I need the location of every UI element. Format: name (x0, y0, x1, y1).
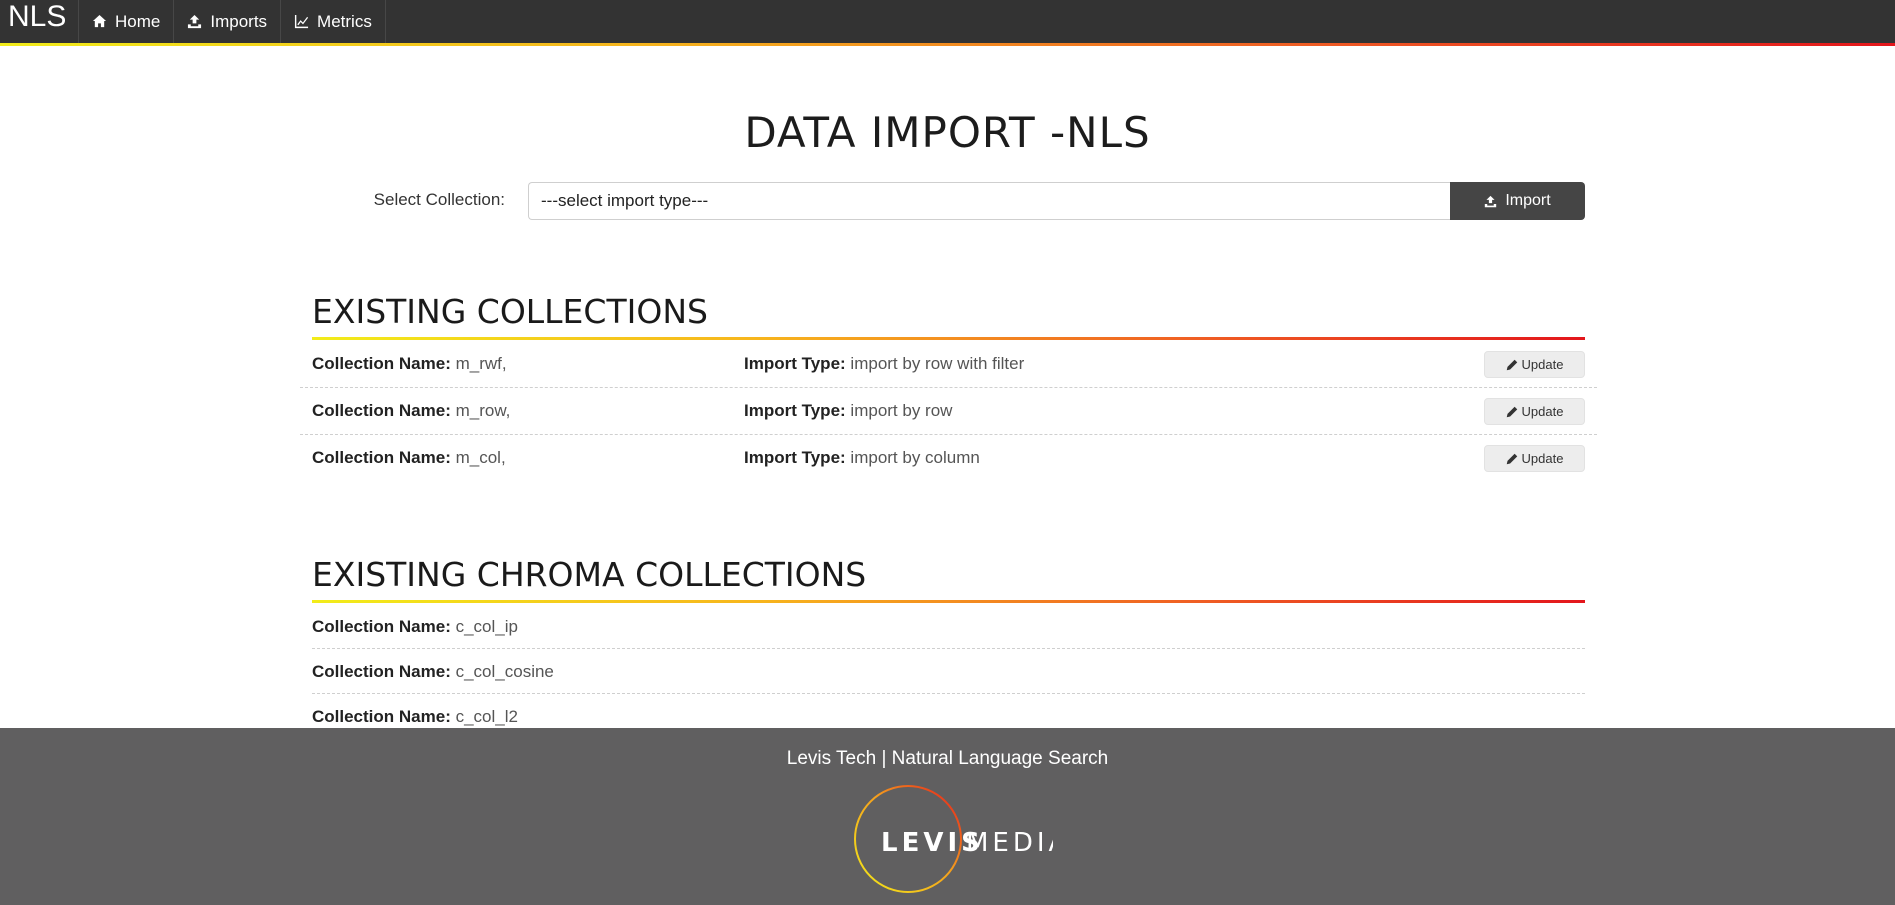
update-button-label: Update (1521, 357, 1564, 372)
navbar-gradient-line (0, 43, 1895, 46)
section-gradient-bar (312, 600, 1585, 603)
collection-name-label: Collection Name: (312, 707, 451, 726)
import-type-label: Import Type: (744, 448, 846, 467)
home-icon (92, 14, 107, 28)
collection-name-field: Collection Name: m_col, (312, 448, 506, 468)
collection-name-field: Collection Name: m_rwf, (312, 354, 507, 374)
line-chart-icon (294, 14, 309, 29)
brand-logo[interactable]: NLS (8, 0, 66, 36)
collection-name-value: m_col, (455, 448, 506, 467)
footer: Levis Tech | Natural Language Search LEV… (0, 728, 1895, 905)
logo-text-media: MEDIA (966, 828, 1053, 858)
nav-items: Home Imports Metrics (78, 0, 386, 43)
nav-item-metrics[interactable]: Metrics (280, 0, 386, 43)
update-button[interactable]: Update (1484, 445, 1585, 472)
collection-name-field: Collection Name: c_col_l2 (312, 707, 518, 727)
footer-text: Levis Tech | Natural Language Search (786, 748, 1109, 769)
pencil-icon (1506, 359, 1517, 370)
nav-item-home[interactable]: Home (78, 0, 173, 43)
update-button[interactable]: Update (1484, 351, 1585, 378)
update-button-label: Update (1521, 451, 1564, 466)
upload-icon (188, 14, 202, 29)
collection-name-label: Collection Name: (312, 401, 451, 420)
top-navbar: NLS Home Imports Metrics (0, 0, 1895, 46)
import-type-label: Import Type: (744, 401, 846, 420)
collection-name-value: c_col_l2 (455, 707, 518, 726)
import-type-value: import by row (850, 401, 953, 420)
select-collection-label: Select Collection: (373, 190, 505, 209)
collection-name-field: Collection Name: c_col_cosine (312, 662, 554, 682)
import-type-value: import by row with filter (850, 354, 1025, 373)
nav-item-label: Home (115, 11, 161, 31)
chroma-collection-row: Collection Name: c_col_cosine (312, 649, 1585, 694)
update-button[interactable]: Update (1484, 398, 1585, 425)
page-title: DATA IMPORT -NLS (744, 108, 1151, 157)
chroma-collection-row: Collection Name: c_col_ip (312, 604, 1585, 649)
existing-collections-heading: EXISTING COLLECTIONS (312, 292, 708, 331)
nav-item-imports[interactable]: Imports (173, 0, 280, 43)
import-type-field: Import Type: import by row (744, 401, 952, 421)
collection-name-value: c_col_cosine (455, 662, 554, 681)
collection-row: Collection Name: m_col, Import Type: imp… (300, 435, 1597, 482)
collection-name-label: Collection Name: (312, 662, 451, 681)
collection-name-label: Collection Name: (312, 448, 451, 467)
collection-row: Collection Name: m_rwf, Import Type: imp… (300, 341, 1597, 388)
collection-name-value: c_col_ip (455, 617, 518, 636)
collection-name-field: Collection Name: c_col_ip (312, 617, 518, 637)
levis-media-logo: LEVIS MEDIA (853, 783, 1066, 895)
upload-icon (1485, 195, 1497, 207)
nav-item-label: Imports (210, 11, 268, 31)
pencil-icon (1506, 453, 1517, 464)
import-button-label: Import (1505, 192, 1551, 209)
logo-graphic: LEVIS MEDIA (854, 785, 1066, 893)
collection-name-label: Collection Name: (312, 617, 451, 636)
collection-row: Collection Name: m_row, Import Type: imp… (300, 388, 1597, 435)
collection-name-field: Collection Name: m_row, (312, 401, 510, 421)
collection-name-value: m_rwf, (455, 354, 507, 373)
import-type-value: import by column (850, 448, 980, 467)
update-button-label: Update (1521, 404, 1564, 419)
import-type-field: Import Type: import by column (744, 448, 980, 468)
collection-name-label: Collection Name: (312, 354, 451, 373)
import-type-select[interactable]: ---select import type--- (528, 182, 1451, 220)
collection-name-value: m_row, (455, 401, 511, 420)
chroma-collections-heading: EXISTING CHROMA COLLECTIONS (312, 555, 867, 594)
nav-item-label: Metrics (317, 11, 372, 31)
import-type-label: Import Type: (744, 354, 846, 373)
section-gradient-bar (312, 337, 1585, 340)
import-button[interactable]: Import (1450, 182, 1585, 220)
import-type-field: Import Type: import by row with filter (744, 354, 1024, 374)
pencil-icon (1506, 406, 1517, 417)
